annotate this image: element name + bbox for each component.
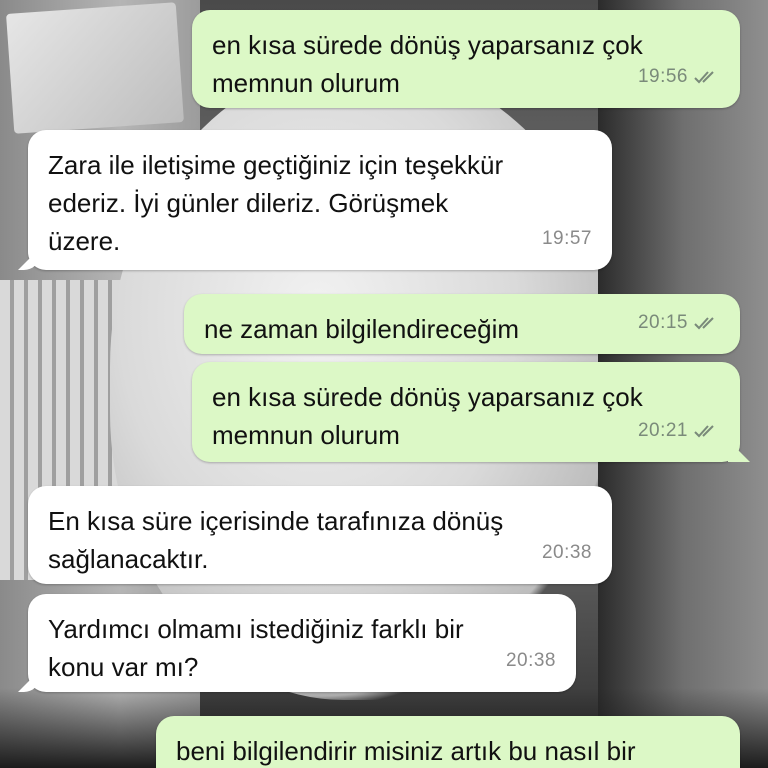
message-meta: 20:38	[506, 642, 556, 680]
wallpaper-poster	[6, 2, 184, 134]
message-bubble-outgoing[interactable]: ne zaman bilgilendireceğim 20:15	[184, 294, 740, 354]
message-time: 19:57	[541, 228, 592, 249]
message-text: Yardımcı olmamı istediğiniz farklı bir k…	[48, 614, 464, 682]
message-meta: 20:21	[638, 412, 720, 450]
message-time: 20:21	[637, 420, 688, 441]
message-bubble-outgoing[interactable]: en kısa sürede dönüş yaparsanız çok memn…	[192, 10, 740, 108]
message-time: 20:38	[505, 650, 556, 671]
message-meta: 20:15	[638, 304, 720, 342]
message-time: 20:38	[541, 542, 592, 563]
message-meta: 19:57	[542, 220, 592, 258]
message-bubble-outgoing[interactable]: beni bilgilendirir misiniz artık bu nası…	[156, 716, 740, 768]
double-check-icon	[694, 317, 714, 330]
message-meta: 20:38	[542, 534, 592, 572]
message-text: En kısa süre içerisinde tarafınıza dönüş…	[48, 506, 504, 574]
message-time: 19:56	[637, 66, 688, 87]
message-bubble-incoming[interactable]: Yardımcı olmamı istediğiniz farklı bir k…	[28, 594, 576, 692]
message-meta: 19:56	[638, 58, 720, 96]
double-check-icon	[694, 71, 714, 84]
message-text: Zara ile iletişime geçtiğiniz için teşek…	[48, 150, 504, 256]
message-bubble-incoming[interactable]: Zara ile iletişime geçtiğiniz için teşek…	[28, 130, 612, 270]
message-bubble-incoming[interactable]: En kısa süre içerisinde tarafınıza dönüş…	[28, 486, 612, 584]
message-bubble-outgoing[interactable]: en kısa sürede dönüş yaparsanız çok memn…	[192, 362, 740, 462]
message-text: beni bilgilendirir misiniz artık bu nası…	[176, 736, 636, 766]
message-time: 20:15	[637, 312, 688, 333]
double-check-icon	[694, 425, 714, 438]
